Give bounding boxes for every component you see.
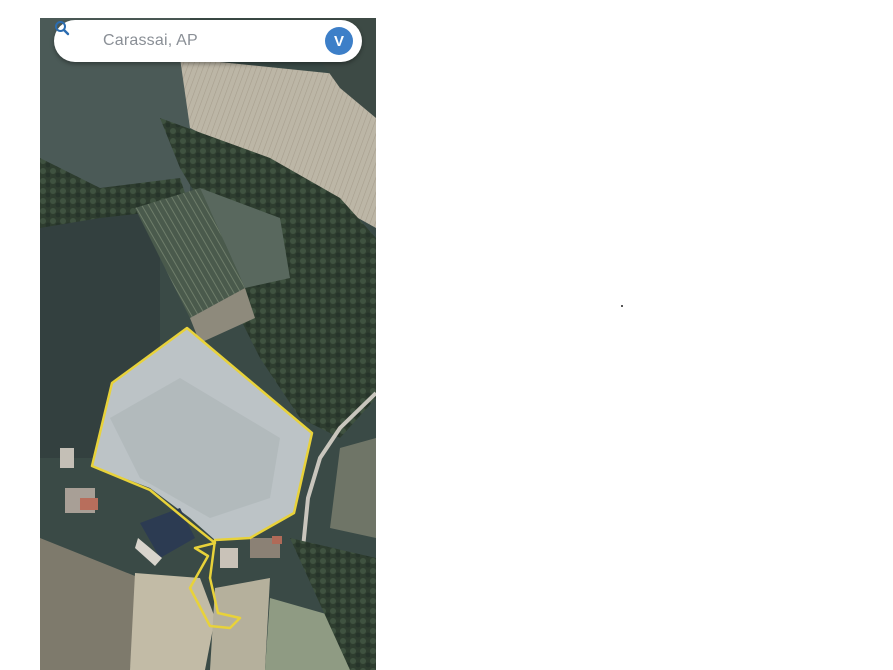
search-icon[interactable] bbox=[54, 20, 70, 36]
map-imagery bbox=[40, 18, 376, 670]
account-avatar[interactable]: V bbox=[325, 27, 353, 55]
search-input[interactable]: Carassai, AP bbox=[103, 32, 198, 50]
satellite-map[interactable]: Carassai, AP V bbox=[40, 18, 376, 670]
scan-speck bbox=[621, 305, 623, 307]
search-bar[interactable]: Carassai, AP V bbox=[54, 20, 362, 62]
